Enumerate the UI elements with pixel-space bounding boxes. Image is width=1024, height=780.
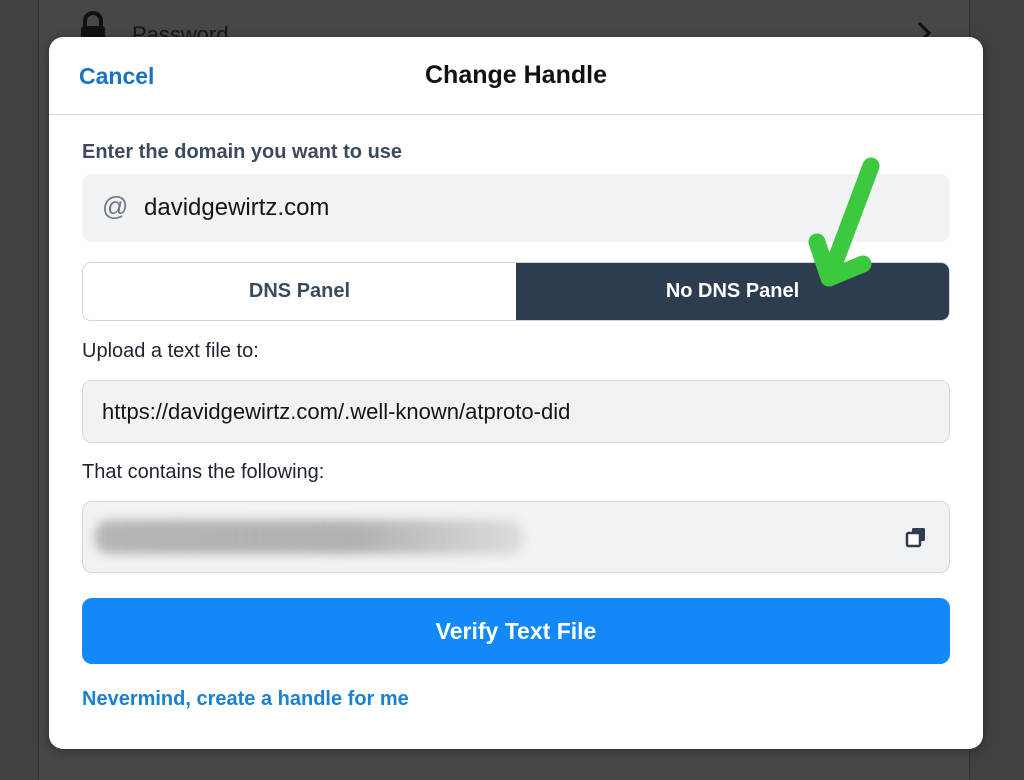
upload-url-field[interactable]: https://davidgewirtz.com/.well-known/atp… [82,380,950,443]
dns-mode-segmented-control: DNS Panel No DNS Panel [82,262,950,321]
verify-text-file-button[interactable]: Verify Text File [82,598,950,664]
domain-input[interactable] [144,174,924,242]
upload-label: Upload a text file to: [82,340,259,362]
domain-field[interactable]: @ [82,174,950,242]
dialog-title: Change Handle [425,61,607,89]
tab-no-dns-panel[interactable]: No DNS Panel [516,263,949,320]
dialog-header: Cancel Change Handle [49,37,983,115]
domain-label: Enter the domain you want to use [82,141,403,163]
redacted-value [95,520,523,554]
change-handle-dialog: Cancel Change Handle Enter the domain yo… [49,37,983,749]
copy-icon[interactable] [905,526,927,548]
at-sign-icon: @ [102,191,129,221]
nevermind-link[interactable]: Nevermind, create a handle for me [82,688,409,711]
contains-label: That contains the following: [82,461,325,483]
tab-dns-panel[interactable]: DNS Panel [83,263,516,320]
did-value-field[interactable] [82,501,950,573]
